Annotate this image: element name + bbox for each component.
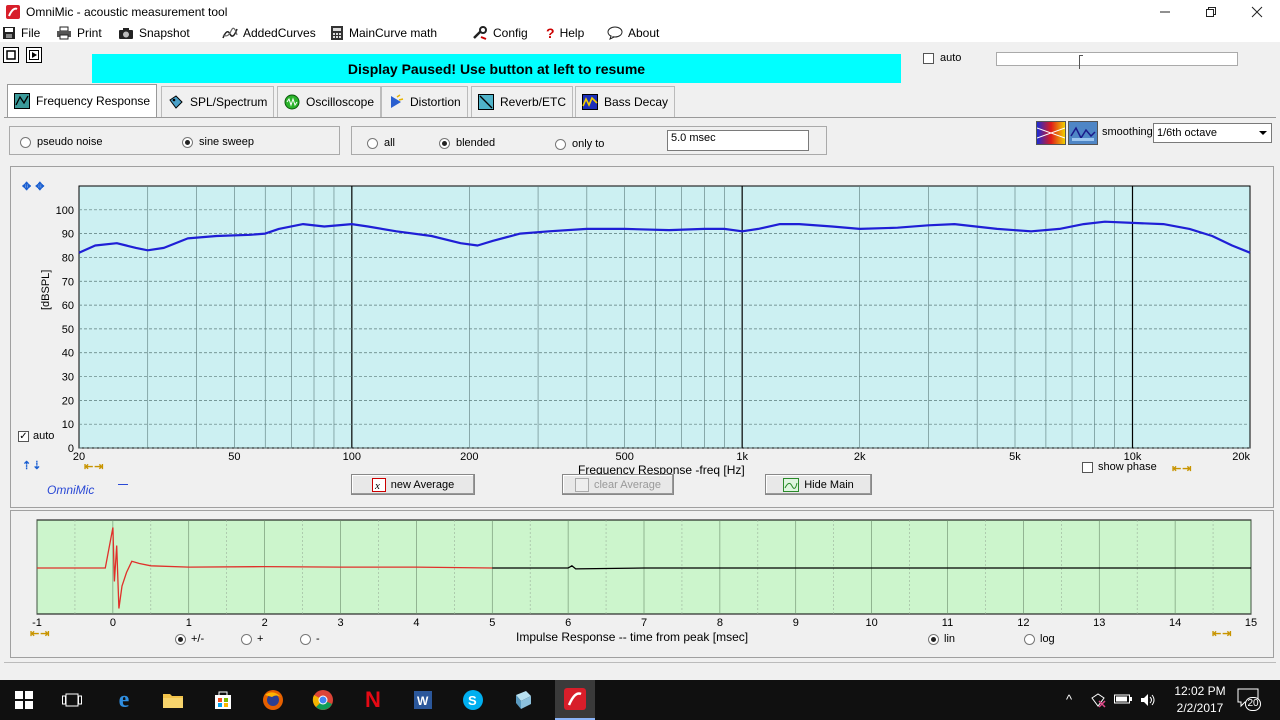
impulse-x-tick-label: 11 bbox=[942, 617, 953, 629]
taskbar-firefox[interactable] bbox=[259, 686, 287, 714]
scale-lin-label: lin bbox=[944, 633, 956, 645]
impulse-x-tick-label: 9 bbox=[793, 617, 799, 629]
omnimic-taskbar-icon bbox=[564, 688, 586, 710]
action-center-button[interactable]: 20 bbox=[1237, 688, 1263, 712]
impulse-x-axis-label: Impulse Response -- time from peak [msec… bbox=[516, 630, 749, 644]
impulse-response-chart: -1 0 1 2 3 4 5 6 7 8 9 10 11 12 13 14 15 bbox=[32, 519, 1257, 629]
polarity-minus-radio[interactable] bbox=[300, 633, 311, 645]
impulse-x-tick-label: 5 bbox=[489, 617, 495, 629]
taskbar-skype[interactable]: S bbox=[459, 686, 487, 714]
polarity-both-option[interactable]: +/- bbox=[175, 633, 204, 645]
impulse-x-tick-label: 14 bbox=[1169, 617, 1181, 629]
polarity-plus-radio[interactable] bbox=[241, 633, 252, 645]
taskbar-app[interactable] bbox=[509, 686, 537, 714]
task-view-icon bbox=[62, 693, 82, 707]
impulse-x-tick-label: 7 bbox=[641, 617, 647, 629]
taskbar-edge[interactable]: e bbox=[110, 686, 138, 714]
clock-date: 2/2/2017 bbox=[1176, 701, 1224, 715]
svg-text:S: S bbox=[468, 693, 477, 708]
svg-text:W: W bbox=[417, 694, 429, 708]
impulse-x-tick-label: 3 bbox=[337, 617, 343, 629]
scale-lin-option[interactable]: lin bbox=[928, 633, 955, 645]
impulse-x-tick-label: 1 bbox=[186, 617, 192, 629]
word-icon: W bbox=[414, 691, 432, 709]
polarity-both-radio[interactable] bbox=[175, 633, 186, 645]
taskbar-file-explorer[interactable] bbox=[159, 686, 187, 714]
impulse-x-tick-label: 12 bbox=[1017, 617, 1029, 629]
tray-clock[interactable]: 12:02 PM 2/2/2017 bbox=[1165, 684, 1235, 715]
store-bag-icon bbox=[215, 691, 231, 709]
impulse-x-tick-label: 8 bbox=[717, 617, 723, 629]
battery-icon bbox=[1114, 694, 1132, 704]
clock-time: 12:02 PM bbox=[1174, 684, 1226, 698]
cube-app-icon bbox=[516, 691, 531, 709]
imp-shift-icon[interactable]: ⇤⇥ bbox=[30, 628, 50, 640]
taskbar-netflix[interactable]: N bbox=[359, 686, 387, 714]
impulse-x-tick-label: 0 bbox=[110, 617, 116, 629]
tray-volume[interactable] bbox=[1140, 692, 1156, 711]
polarity-both-label: +/- bbox=[191, 633, 205, 645]
chevron-up-icon: ^ bbox=[1066, 692, 1073, 707]
network-icon bbox=[1091, 693, 1106, 708]
windows-logo-icon bbox=[15, 691, 33, 709]
impulse-x-tick-label: 2 bbox=[262, 617, 268, 629]
impulse-x-tick-label: 10 bbox=[866, 617, 878, 629]
notification-count: 20 bbox=[1245, 697, 1261, 711]
start-button[interactable] bbox=[10, 686, 38, 714]
imp-shift-right-controls[interactable]: ⇤⇥ bbox=[1212, 626, 1232, 640]
task-view-button[interactable] bbox=[58, 686, 86, 714]
scale-log-radio[interactable] bbox=[1024, 633, 1035, 645]
tray-battery[interactable] bbox=[1114, 693, 1132, 708]
impulse-x-tick-label: 4 bbox=[413, 617, 419, 629]
polarity-plus-option[interactable]: + bbox=[241, 633, 263, 645]
scale-log-label: log bbox=[1040, 633, 1055, 645]
scale-log-option[interactable]: log bbox=[1024, 633, 1055, 645]
edge-icon: e bbox=[118, 686, 130, 713]
show-hidden-icons[interactable]: ^ bbox=[1066, 692, 1072, 707]
taskbar: e N W S ^ 12:02 PM 2/2/2017 20 bbox=[0, 680, 1280, 720]
polarity-minus-option[interactable]: - bbox=[300, 633, 320, 645]
folder-icon bbox=[163, 694, 183, 708]
taskbar-word[interactable]: W bbox=[409, 686, 437, 714]
skype-icon: S bbox=[463, 690, 483, 710]
polarity-minus-label: - bbox=[316, 633, 320, 645]
impulse-x-tick-label: 13 bbox=[1093, 617, 1105, 629]
status-bar bbox=[4, 662, 1276, 678]
taskbar-chrome[interactable] bbox=[309, 686, 337, 714]
imp-shift-right-icon[interactable]: ⇤⇥ bbox=[1212, 628, 1232, 640]
impulse-x-tick-label: 6 bbox=[565, 617, 571, 629]
netflix-icon: N bbox=[365, 687, 381, 712]
scale-lin-radio[interactable] bbox=[928, 633, 939, 645]
firefox-icon bbox=[263, 690, 283, 710]
volume-icon bbox=[1141, 694, 1155, 706]
taskbar-omnimic[interactable] bbox=[555, 680, 595, 720]
imp-shift-left-controls[interactable]: ⇤⇥ bbox=[30, 626, 50, 640]
tray-network[interactable] bbox=[1090, 692, 1106, 711]
impulse-x-tick-label: 15 bbox=[1245, 617, 1257, 629]
taskbar-store[interactable] bbox=[209, 686, 237, 714]
polarity-plus-label: + bbox=[257, 633, 264, 645]
chrome-icon bbox=[312, 690, 333, 710]
